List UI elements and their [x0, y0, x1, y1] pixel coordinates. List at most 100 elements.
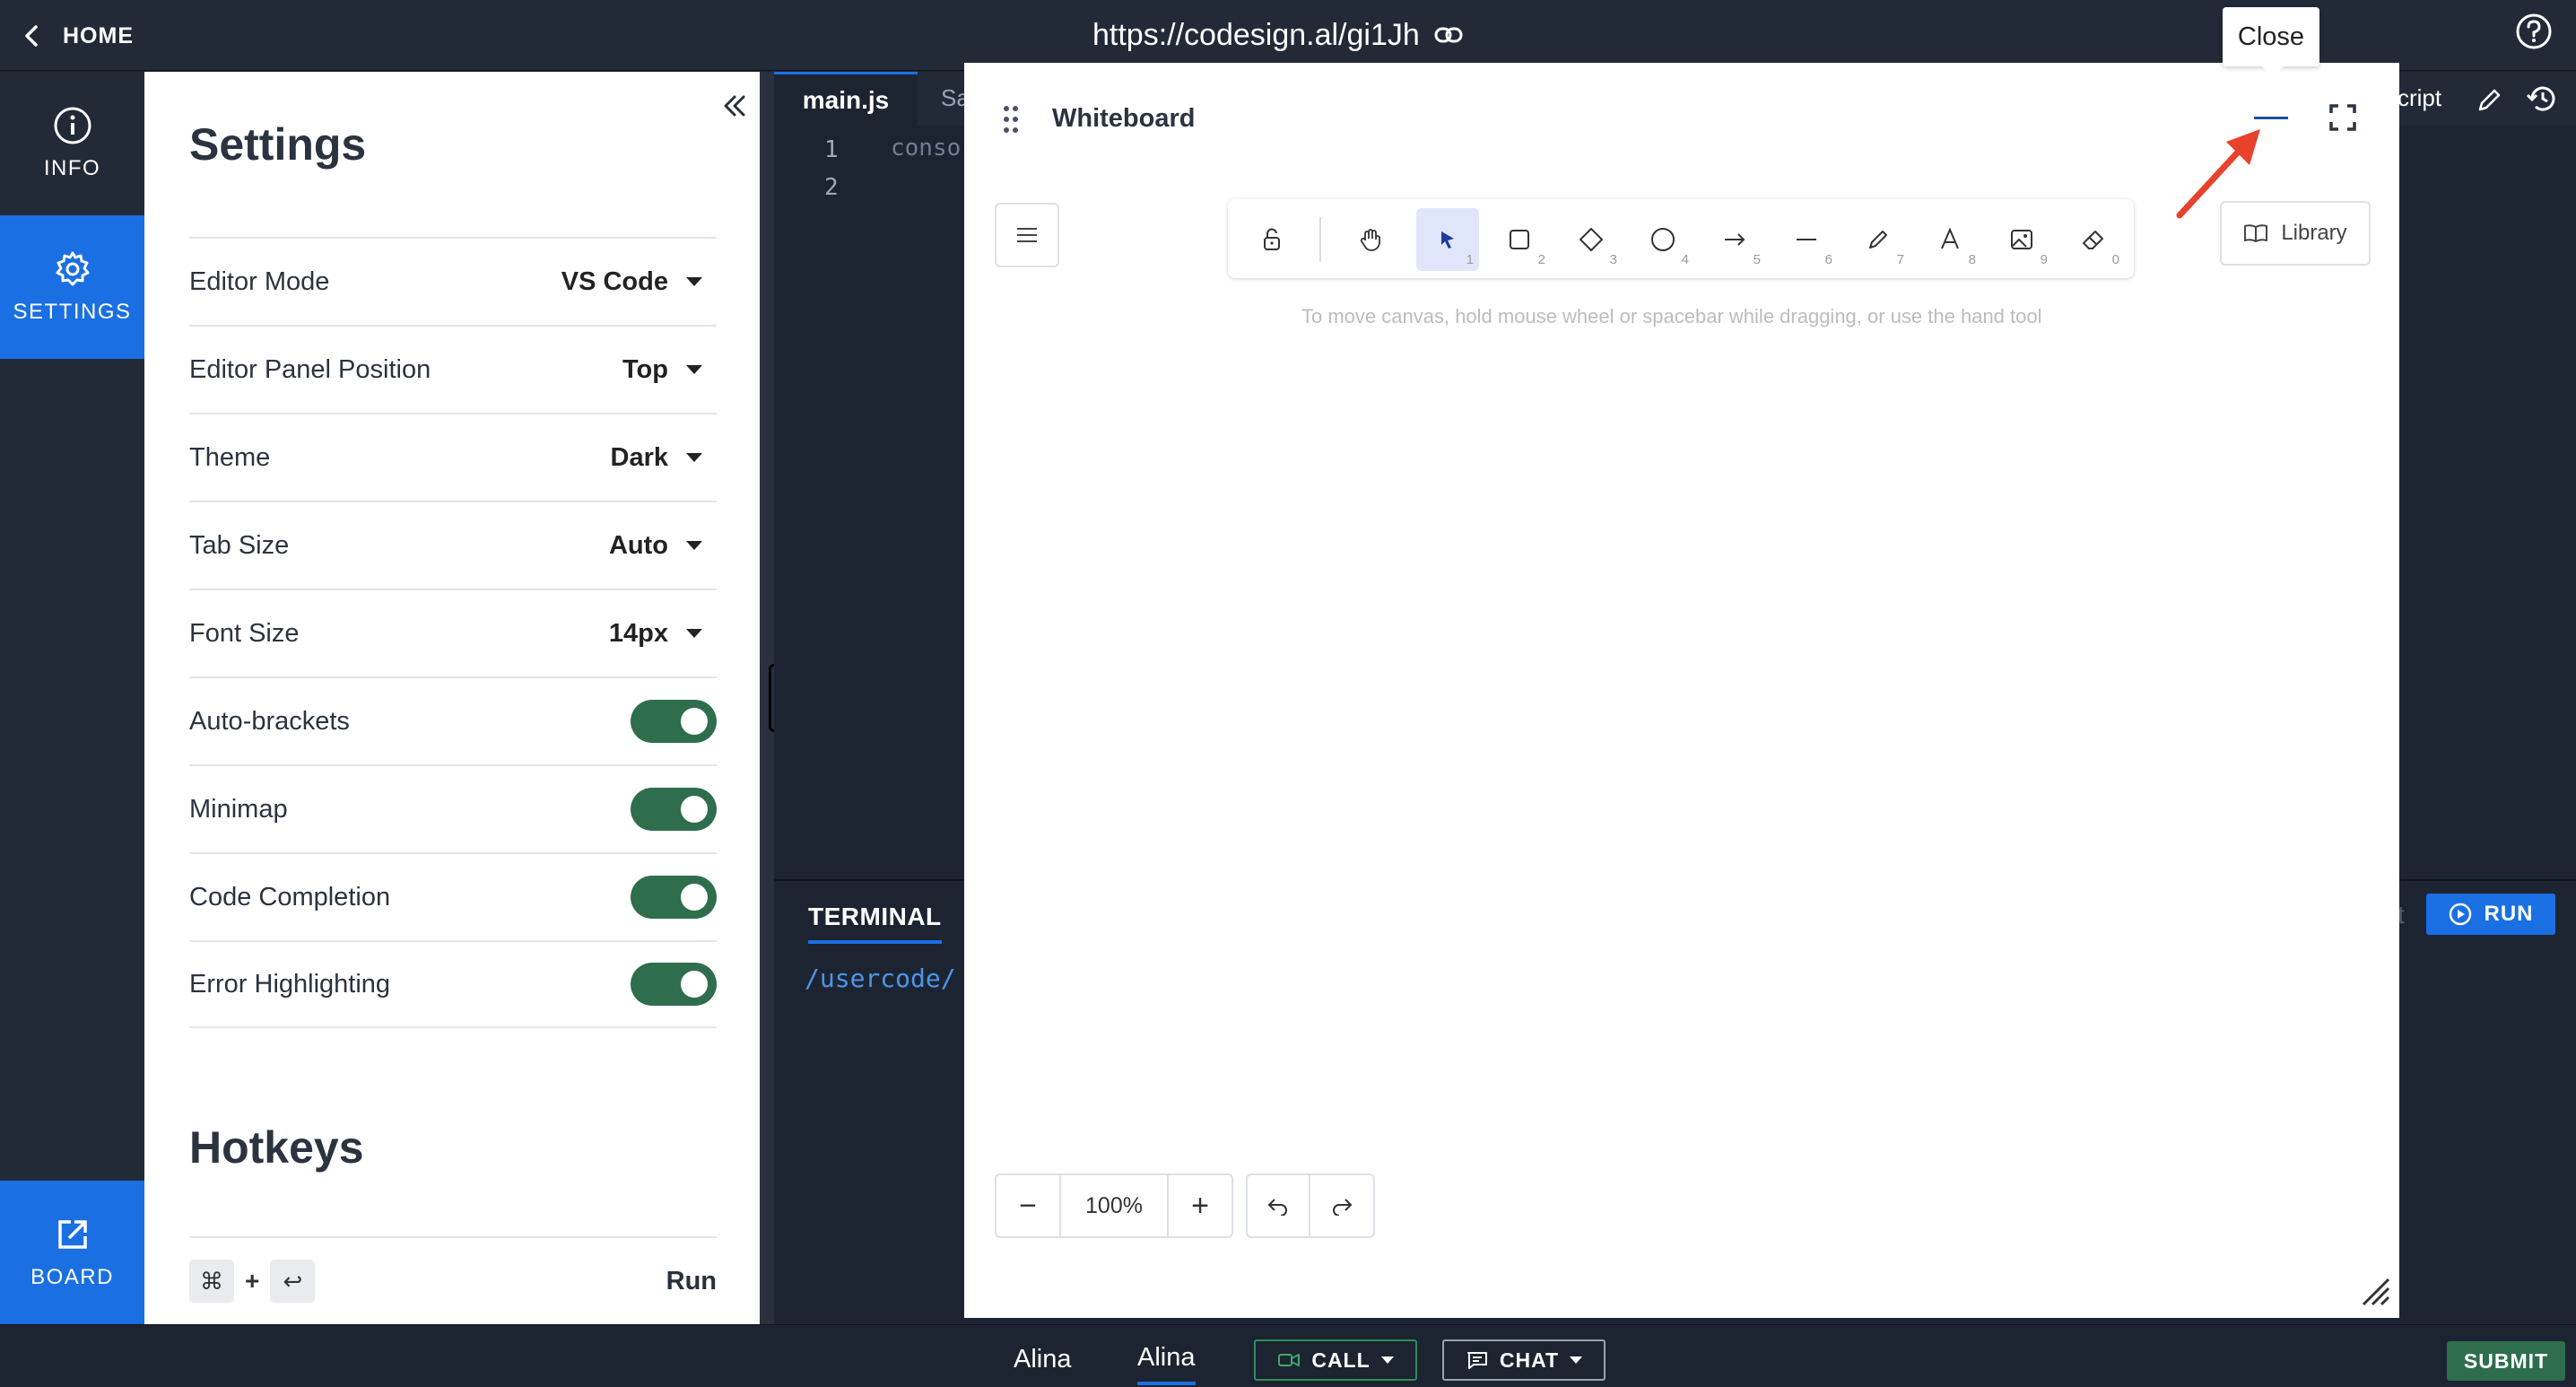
call-button[interactable]: CALL: [1254, 1339, 1417, 1381]
setting-label: Font Size: [189, 618, 300, 648]
text-icon: [1941, 227, 1959, 249]
undo-icon: [1267, 1199, 1287, 1216]
bottom-bar: Alina Alina CALL CHAT SUBMIT: [0, 1324, 2576, 1387]
zoom-in-button[interactable]: +: [1169, 1175, 1231, 1236]
hotkey-keys: ⌘ + ↩: [189, 1260, 316, 1303]
pencil-icon[interactable]: [2475, 84, 2505, 115]
home-label: HOME: [63, 22, 134, 48]
editor-mode-select[interactable]: VS Code: [561, 267, 717, 297]
auto-brackets-toggle[interactable]: [631, 700, 717, 743]
redo-button[interactable]: [1310, 1175, 1373, 1236]
tool-arrow[interactable]: 5: [1703, 208, 1766, 271]
external-link-icon: [57, 1220, 87, 1249]
call-label: CALL: [1311, 1348, 1371, 1372]
setting-label: Editor Mode: [189, 266, 330, 296]
whiteboard-modal: Whiteboard 1 2 3 4 5 6 7 8 9 0 Library T…: [964, 63, 2399, 1318]
gear-icon: [56, 251, 89, 286]
settings-panel: Settings Editor Mode VS Code Editor Pane…: [144, 72, 760, 1324]
enter-key: ↩: [270, 1260, 316, 1303]
annotation-arrow-icon: [2176, 129, 2260, 219]
select-value: VS Code: [561, 266, 668, 296]
select-value: Auto: [608, 530, 668, 560]
setting-label: Error Highlighting: [189, 969, 391, 999]
select-value: Top: [622, 354, 668, 384]
fullscreen-icon[interactable]: [2328, 102, 2358, 133]
toolbar-divider: [1319, 217, 1321, 262]
tool-eraser[interactable]: 0: [2062, 208, 2125, 271]
tab-main-js[interactable]: main.js: [774, 72, 918, 126]
setting-error-highlighting: Error Highlighting: [189, 940, 717, 1028]
chat-label: CHAT: [1499, 1348, 1560, 1372]
code-completion-toggle[interactable]: [631, 876, 717, 919]
participant-name-active[interactable]: Alina: [1137, 1343, 1196, 1385]
panel-position-select[interactable]: Top: [622, 355, 717, 385]
whiteboard-title: Whiteboard: [1052, 104, 1196, 133]
tool-shortcut: 0: [2111, 252, 2119, 267]
setting-label: Editor Panel Position: [189, 354, 431, 384]
zoom-out-button[interactable]: −: [996, 1175, 1059, 1236]
ellipse-icon: [1651, 228, 1675, 251]
tool-shortcut: 2: [1537, 252, 1545, 267]
resize-handle-icon[interactable]: [2360, 1276, 2390, 1306]
language-selector[interactable]: cript: [2398, 84, 2441, 112]
help-icon[interactable]: [2515, 13, 2553, 50]
tab-terminal[interactable]: TERMINAL: [808, 903, 942, 944]
tool-line[interactable]: 6: [1775, 208, 1838, 271]
tool-shortcut: 5: [1753, 252, 1761, 267]
code-text[interactable]: conso: [891, 135, 961, 161]
chat-button[interactable]: CHAT: [1442, 1339, 1606, 1381]
home-link[interactable]: HOME: [22, 20, 134, 52]
selection-icon: [1441, 231, 1454, 249]
chat-bubble-icon: [1466, 1352, 1487, 1369]
tool-hand[interactable]: [1339, 208, 1402, 271]
caret-down-icon: [686, 541, 702, 550]
whiteboard-menu-button[interactable]: [995, 203, 1059, 267]
play-circle-icon: [2449, 903, 2471, 926]
whiteboard-toolbar: 1 2 3 4 5 6 7 8 9 0: [1228, 199, 2134, 278]
select-value: Dark: [610, 442, 669, 472]
drag-handle-icon[interactable]: [1002, 104, 1020, 135]
hotkey-action: Run: [666, 1266, 717, 1295]
caret-down-icon: [686, 629, 702, 638]
theme-select[interactable]: Dark: [611, 443, 718, 473]
caret-down-icon: [686, 277, 702, 286]
rail-board-label: BOARD: [30, 1265, 114, 1289]
error-highlighting-toggle[interactable]: [631, 963, 717, 1006]
chevron-left-icon: [25, 25, 38, 47]
rail-board[interactable]: BOARD: [0, 1181, 144, 1324]
minimap-toggle[interactable]: [631, 788, 717, 831]
submit-button[interactable]: SUBMIT: [2447, 1341, 2565, 1381]
redo-icon: [1333, 1199, 1353, 1216]
history-icon[interactable]: [2525, 81, 2561, 117]
setting-code-completion: Code Completion: [189, 852, 717, 940]
tool-lock[interactable]: [1240, 208, 1303, 271]
tool-rectangle[interactable]: 2: [1488, 208, 1551, 271]
rail-info[interactable]: INFO: [0, 72, 144, 215]
run-button[interactable]: RUN: [2426, 894, 2555, 935]
top-bar: HOME https://codesign.al/gi1Jh: [0, 0, 2576, 71]
font-size-select[interactable]: 14px: [609, 619, 717, 649]
rail-settings[interactable]: SETTINGS: [0, 215, 144, 359]
setting-editor-mode: Editor Mode VS Code: [189, 237, 717, 325]
setting-label: Code Completion: [189, 882, 391, 912]
select-value: 14px: [608, 618, 668, 648]
hamburger-icon: [1017, 228, 1037, 242]
tool-selection[interactable]: 1: [1416, 208, 1479, 271]
undo-button[interactable]: [1248, 1175, 1310, 1236]
tool-shortcut: 4: [1681, 252, 1689, 267]
command-key: ⌘: [189, 1260, 234, 1303]
setting-editor-panel-position: Editor Panel Position Top: [189, 325, 717, 413]
tool-diamond[interactable]: 3: [1560, 208, 1623, 271]
tool-pencil[interactable]: 7: [1847, 208, 1910, 271]
tool-image[interactable]: 9: [1990, 208, 2053, 271]
tool-text[interactable]: 8: [1919, 208, 1981, 271]
setting-label: Tab Size: [189, 530, 290, 560]
setting-font-size: Font Size 14px: [189, 589, 717, 676]
tool-ellipse[interactable]: 4: [1632, 208, 1694, 271]
participant-name: Alina: [1014, 1345, 1072, 1374]
collapse-panel-icon[interactable]: [718, 90, 751, 122]
zoom-level[interactable]: 100%: [1059, 1175, 1169, 1236]
rail-settings-label: SETTINGS: [13, 300, 132, 324]
tab-size-select[interactable]: Auto: [609, 531, 717, 561]
session-url[interactable]: https://codesign.al/gi1Jh: [1092, 16, 1463, 54]
